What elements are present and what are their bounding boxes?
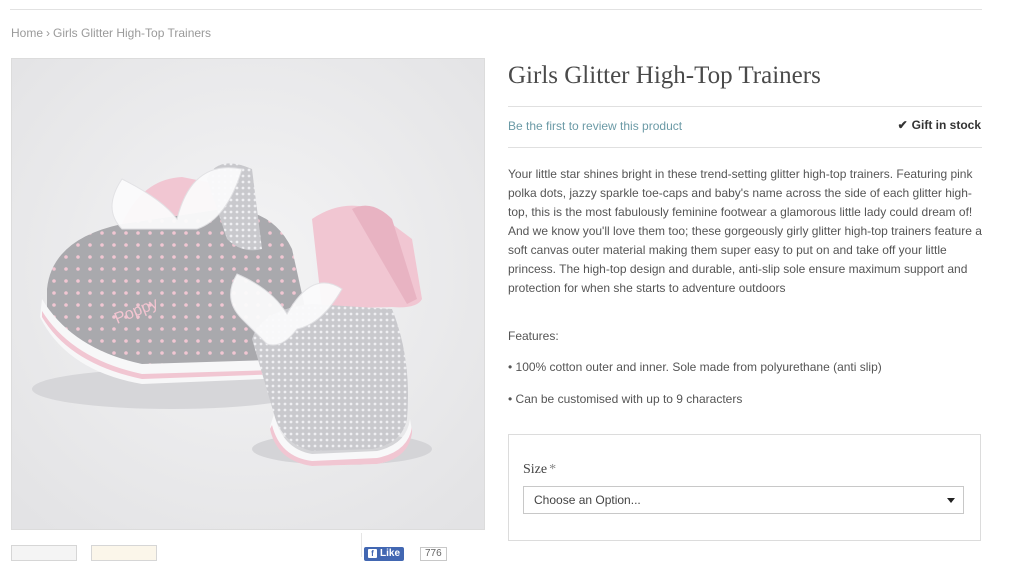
size-select[interactable]: Choose an Option... [523,486,964,514]
size-label: Size * [523,462,556,478]
check-icon: ✔ [897,118,908,132]
breadcrumb-separator: › [46,26,51,40]
product-main-image[interactable]: Poppy [11,58,485,530]
stock-status: ✔ Gift in stock [898,118,981,132]
required-marker: * [549,462,557,477]
facebook-like-button[interactable]: f Like [364,547,405,561]
thumbnail-2[interactable] [91,545,157,561]
thumb-divider [361,533,362,557]
product-photo-shoes: Poppy [12,59,484,529]
product-title: Girls Glitter High-Top Trainers [508,62,821,89]
breadcrumb-home-link[interactable]: Home [11,26,43,40]
thumbnail-1[interactable] [11,545,77,561]
size-select-value: Choose an Option... [534,493,641,507]
product-options: Size * Choose an Option... [508,434,981,541]
review-link[interactable]: Be the first to review this product [508,119,682,133]
stock-label: Gift in stock [911,118,981,132]
feature-item: • 100% cotton outer and inner. Sole made… [508,360,882,374]
header-divider [10,9,982,10]
product-description: Your little star shines bright in these … [508,167,982,295]
title-divider [508,106,982,107]
features-label: Features: [508,329,559,343]
breadcrumb: Home › Girls Glitter High-Top Trainers [11,26,211,40]
like-label: Like [380,548,401,559]
breadcrumb-current: Girls Glitter High-Top Trainers [53,26,212,40]
feature-item: • Can be customised with up to 9 charact… [508,392,743,406]
chevron-down-icon [947,498,955,503]
stock-divider [508,147,982,148]
like-count: 776 [420,547,447,561]
size-label-text: Size [523,462,548,477]
